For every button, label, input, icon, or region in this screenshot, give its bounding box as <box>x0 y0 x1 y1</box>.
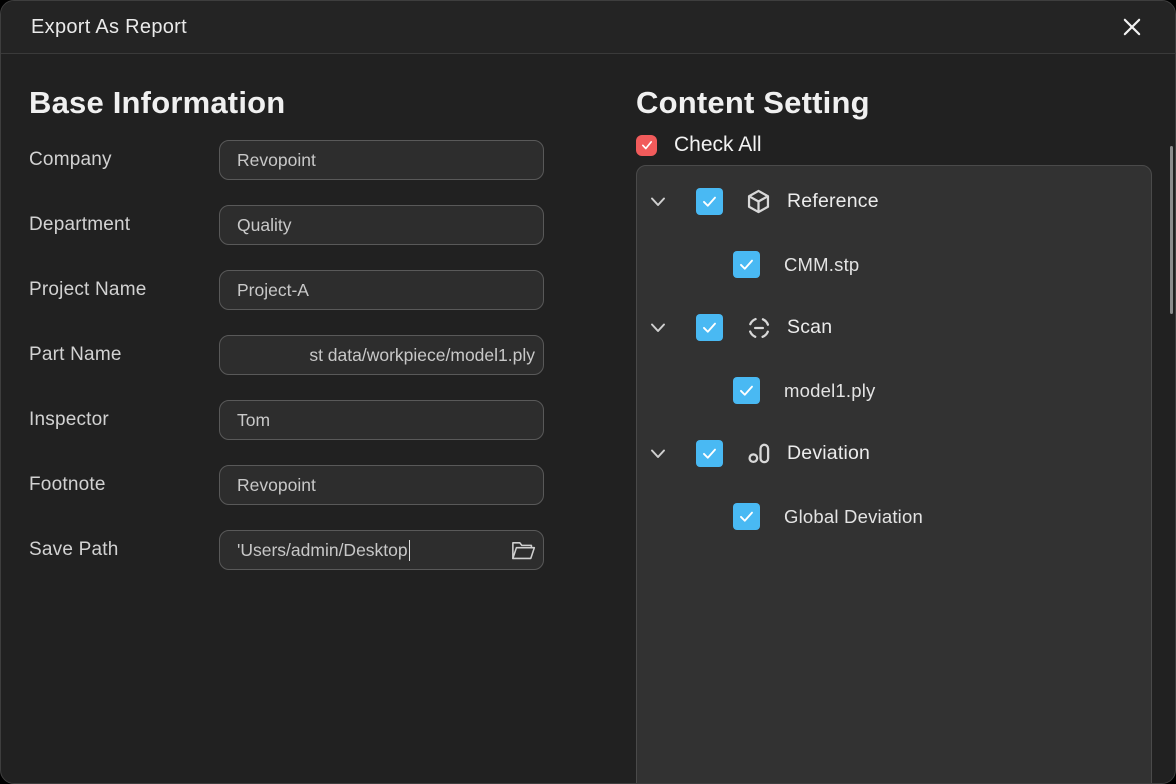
tree-label: Reference <box>787 190 879 213</box>
deviation-checkbox[interactable] <box>696 440 723 467</box>
company-label: Company <box>29 149 219 171</box>
tree-row-reference[interactable]: Reference <box>637 170 1151 233</box>
department-input[interactable]: Quality <box>219 205 544 245</box>
check-icon <box>738 256 755 273</box>
cmm-stp-checkbox[interactable] <box>733 251 760 278</box>
chevron-down-icon[interactable] <box>647 191 669 213</box>
reference-checkbox[interactable] <box>696 188 723 215</box>
form-row-inspector: Inspector Tom <box>29 400 589 440</box>
check-icon <box>738 382 755 399</box>
form-row-project-name: Project Name Project-A <box>29 270 589 310</box>
tree-label: CMM.stp <box>784 254 859 276</box>
check-all-checkbox[interactable] <box>636 135 657 156</box>
scan-checkbox[interactable] <box>696 314 723 341</box>
text-cursor <box>409 540 411 561</box>
project-name-input[interactable]: Project-A <box>219 270 544 310</box>
check-icon <box>738 508 755 525</box>
scrollbar[interactable] <box>1170 146 1173 314</box>
scan-frame-icon <box>745 314 772 341</box>
chevron-down-icon[interactable] <box>647 443 669 465</box>
check-icon <box>701 193 718 210</box>
check-icon <box>640 138 654 152</box>
inspector-input[interactable]: Tom <box>219 400 544 440</box>
form-row-company: Company Revopoint <box>29 140 589 180</box>
dialog-title: Export As Report <box>31 16 187 39</box>
save-path-input[interactable]: 'Users/admin/Desktop <box>219 530 544 570</box>
cube-icon <box>745 188 772 215</box>
chevron-down-icon[interactable] <box>647 317 669 339</box>
footnote-input[interactable]: Revopoint <box>219 465 544 505</box>
tree-label: Deviation <box>787 442 870 465</box>
content-tree-panel: Reference CMM.stp <box>636 165 1152 784</box>
part-name-label: Part Name <box>29 344 219 366</box>
form-row-department: Department Quality <box>29 205 589 245</box>
tree-row-cmm-stp[interactable]: CMM.stp <box>637 233 1151 296</box>
footnote-label: Footnote <box>29 474 219 496</box>
global-deviation-checkbox[interactable] <box>733 503 760 530</box>
part-name-input[interactable]: st data/workpiece/model1.ply <box>219 335 544 375</box>
content-setting-heading: Content Setting <box>636 85 1152 121</box>
check-all-row[interactable]: Check All <box>636 134 1152 156</box>
base-information-section: Base Information Company Revopoint Depar… <box>29 85 589 595</box>
save-path-label: Save Path <box>29 539 219 561</box>
department-label: Department <box>29 214 219 236</box>
check-icon <box>701 445 718 462</box>
project-name-label: Project Name <box>29 279 219 301</box>
tree-label: Scan <box>787 316 832 339</box>
base-information-heading: Base Information <box>29 85 589 121</box>
form-row-part-name: Part Name st data/workpiece/model1.ply <box>29 335 589 375</box>
model1-ply-checkbox[interactable] <box>733 377 760 404</box>
close-button[interactable] <box>1119 14 1145 40</box>
folder-open-icon <box>511 540 536 561</box>
close-icon <box>1121 16 1143 38</box>
form-row-save-path: Save Path 'Users/admin/Desktop <box>29 530 589 570</box>
base-information-fields: Company Revopoint Department Quality Pro… <box>29 140 589 570</box>
export-report-dialog: Export As Report Base Information Compan… <box>0 0 1176 784</box>
dialog-titlebar: Export As Report <box>1 1 1175 54</box>
tree-row-global-deviation[interactable]: Global Deviation <box>637 485 1151 548</box>
tree-row-deviation[interactable]: Deviation <box>637 422 1151 485</box>
tree-label: model1.ply <box>784 380 875 402</box>
tree-label: Global Deviation <box>784 506 923 528</box>
browse-folder-button[interactable] <box>511 540 536 561</box>
content-setting-section: Content Setting Check All <box>636 85 1152 784</box>
company-input[interactable]: Revopoint <box>219 140 544 180</box>
form-row-footnote: Footnote Revopoint <box>29 465 589 505</box>
check-all-label: Check All <box>674 133 762 157</box>
tree-row-scan[interactable]: Scan <box>637 296 1151 359</box>
deviation-bars-icon <box>745 440 772 467</box>
check-icon <box>701 319 718 336</box>
inspector-label: Inspector <box>29 409 219 431</box>
tree-row-model1-ply[interactable]: model1.ply <box>637 359 1151 422</box>
